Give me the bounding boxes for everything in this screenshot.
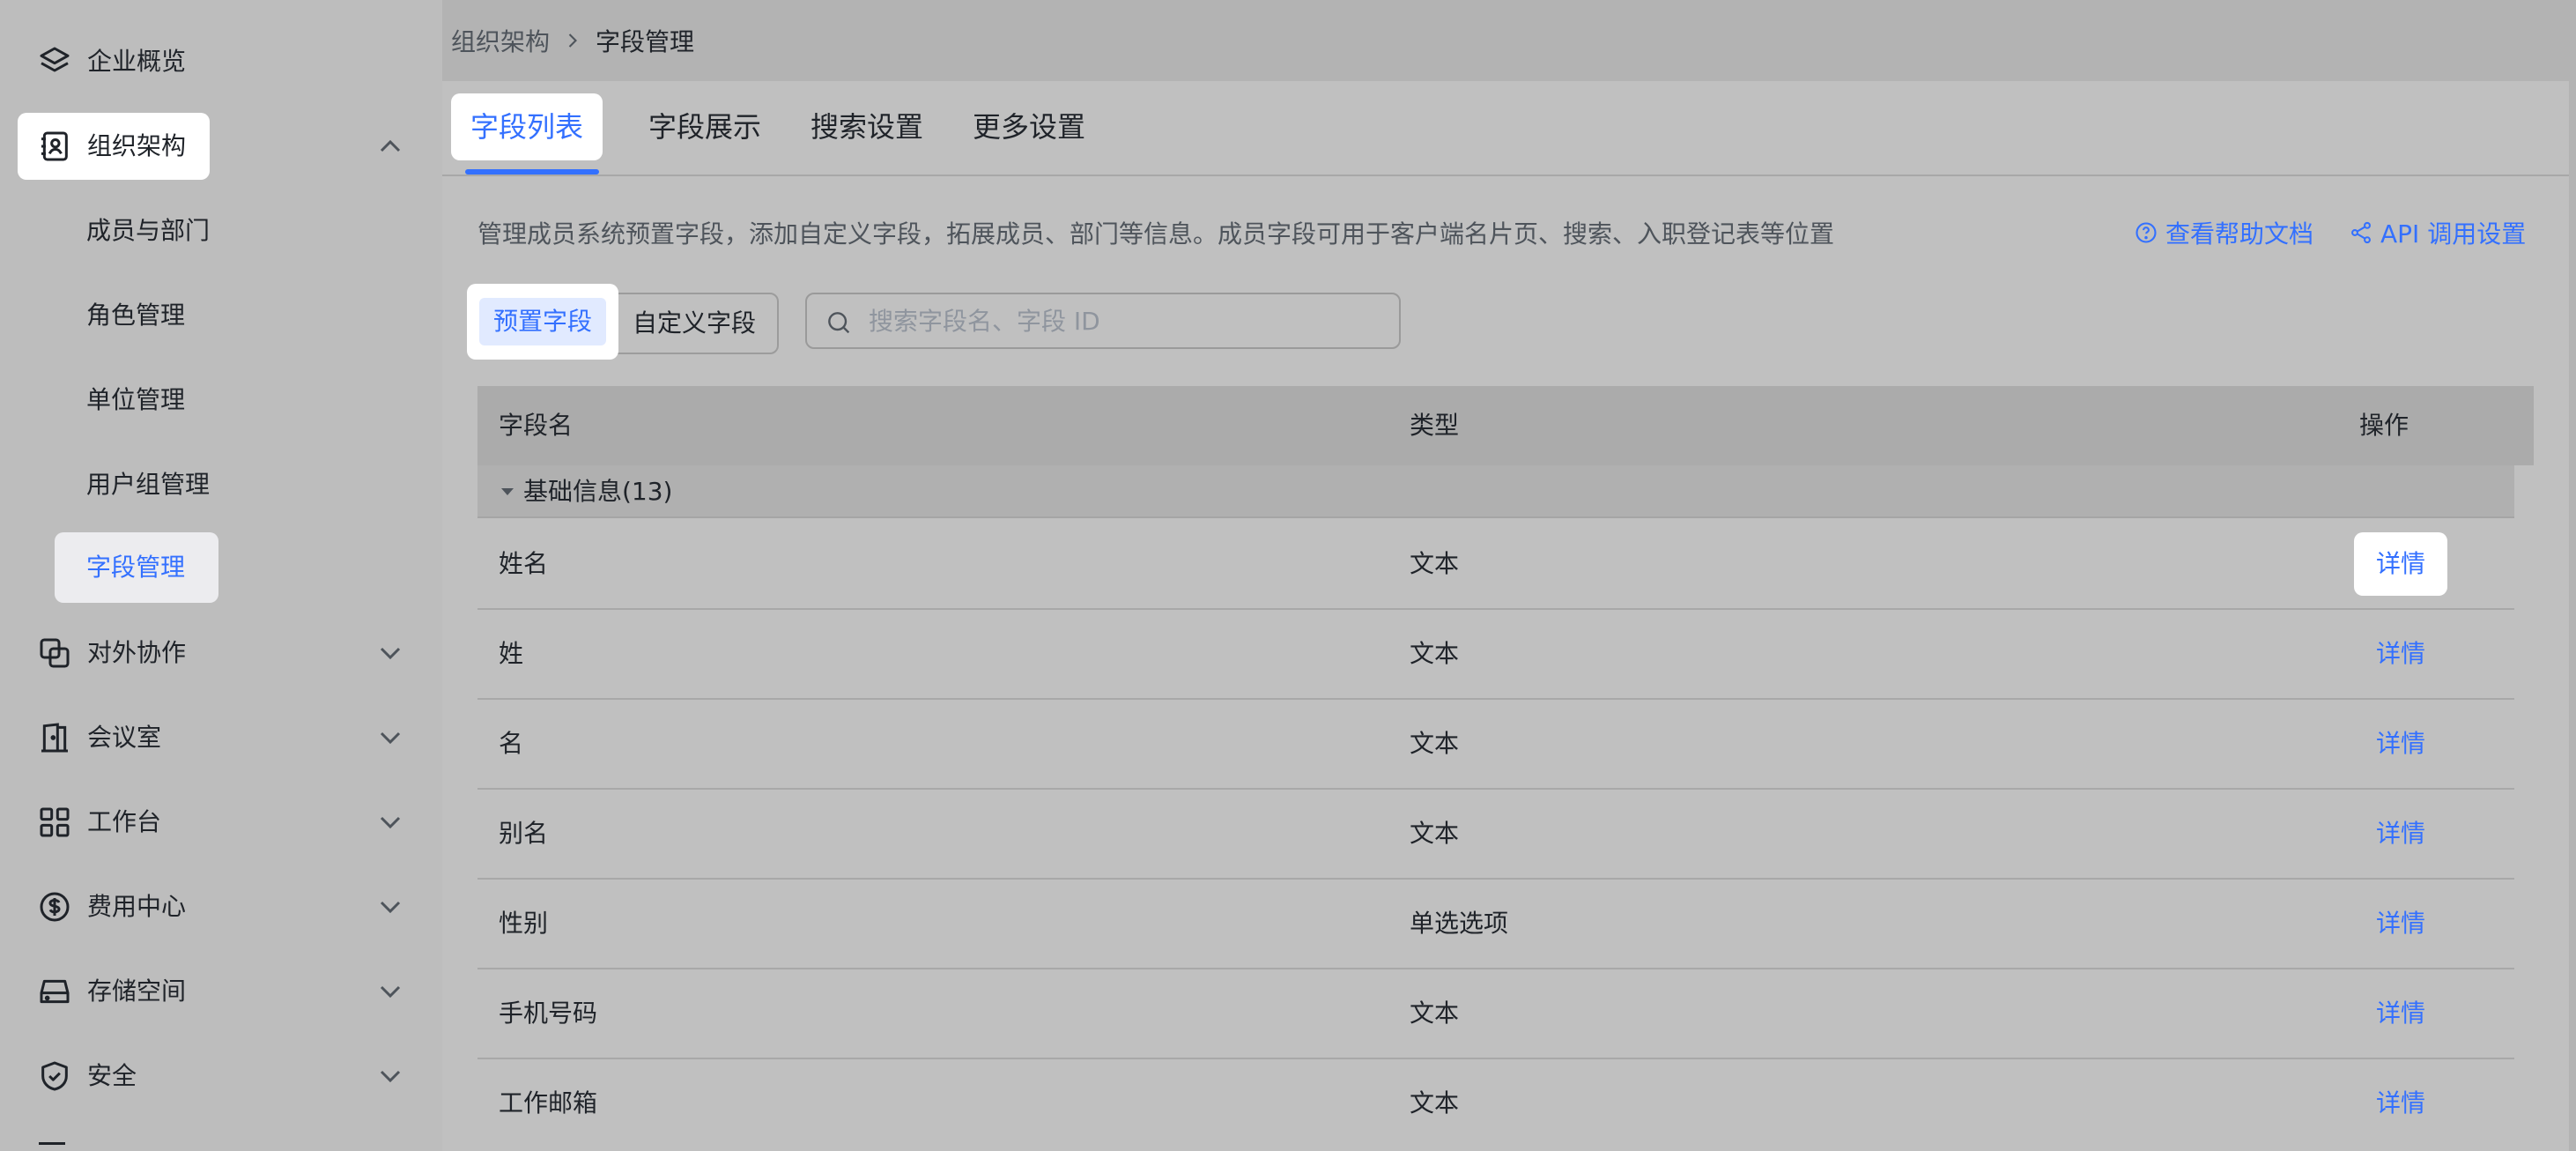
cell-field-name: 性别 — [499, 909, 549, 938]
layers-icon — [40, 47, 70, 72]
breadcrumb: 组织架构 字段管理 — [451, 21, 694, 60]
details-button[interactable]: 详情 — [2354, 802, 2447, 865]
sidebar-item-label: 安全 — [87, 1061, 137, 1090]
chevron-down-icon[interactable] — [373, 720, 408, 755]
tab-active-indicator — [465, 169, 599, 175]
shield-check-icon — [41, 1061, 68, 1091]
sidebar-item-label: 会议室 — [87, 723, 162, 752]
group-label: 基础信息(13) — [523, 477, 673, 506]
sidebar-item-label: 费用中心 — [87, 892, 187, 921]
search-icon — [828, 312, 850, 334]
search-input[interactable] — [869, 294, 1388, 347]
chevron-down-icon[interactable] — [373, 889, 408, 925]
cell-field-name: 手机号码 — [499, 999, 598, 1028]
details-button[interactable]: 详情 — [2354, 712, 2447, 776]
content-panel: 字段列表 字段展示 搜索设置 更多设置 管理成员系统预置字段，添加自定义字段，拓… — [442, 81, 2569, 1151]
cell-field-type: 文本 — [1410, 999, 1460, 1028]
header-operation: 操作 — [2359, 411, 2409, 440]
contacts-book-icon — [41, 131, 68, 161]
cell-field-name: 姓 — [499, 639, 524, 668]
sidebar-item-meeting[interactable]: 会议室 — [18, 704, 210, 771]
sidebar-item-billing[interactable]: 费用中心 — [18, 873, 210, 940]
chevron-down-icon[interactable] — [373, 1058, 408, 1094]
table-row: 手机号码 文本 详情 — [477, 969, 2514, 1059]
main-content: 组织架构 字段管理 字段列表 字段展示 搜索设置 更多设置 管理成员系统预置字段… — [442, 0, 2576, 1151]
table-row: 名 文本 详情 — [477, 700, 2514, 790]
cell-field-type: 文本 — [1410, 549, 1460, 578]
api-settings-link-label: API 调用设置 — [2380, 219, 2527, 249]
tab-field-list[interactable]: 字段列表 — [451, 93, 603, 160]
table-row: 别名 文本 详情 — [477, 790, 2514, 880]
segment-preset-label: 预置字段 — [479, 298, 606, 345]
cell-field-type: 文本 — [1410, 729, 1460, 758]
table-row: 工作邮箱 文本 详情 — [477, 1059, 2514, 1149]
cell-field-type: 文本 — [1410, 819, 1460, 848]
sidebar-item-label: 组织架构 — [87, 131, 187, 160]
cell-field-name: 名 — [499, 729, 524, 758]
sidebar: 企业概览 组织架构 成员与部门 角色管理 单位管理 用户组管理 字段管理 对外协… — [0, 0, 442, 1151]
sidebar-item-storage[interactable]: 存储空间 — [18, 958, 210, 1025]
caret-down-icon[interactable] — [499, 483, 516, 501]
api-settings-link[interactable]: API 调用设置 — [2349, 215, 2526, 250]
help-doc-link[interactable]: 查看帮助文档 — [2134, 215, 2313, 250]
tab-bar: 字段列表 字段展示 搜索设置 更多设置 — [442, 81, 2569, 176]
sidebar-item-label: 对外协作 — [87, 638, 187, 667]
link-squares-icon — [40, 638, 70, 668]
sidebar-item-partial — [39, 1142, 65, 1151]
sidebar-item-workplace[interactable]: 工作台 — [18, 789, 210, 856]
tab-field-display[interactable]: 字段展示 — [648, 93, 761, 160]
sidebar-item-overview[interactable]: 企业概览 — [18, 28, 210, 95]
sidebar-item-label: 工作台 — [87, 807, 162, 836]
door-icon — [41, 723, 68, 753]
help-circle-icon — [2136, 222, 2157, 243]
cell-field-name: 工作邮箱 — [499, 1088, 598, 1118]
chevron-down-icon[interactable] — [373, 805, 408, 840]
details-button[interactable]: 详情 — [2354, 1072, 2447, 1135]
breadcrumb-current: 字段管理 — [596, 27, 695, 56]
segment-preset-fields[interactable]: 预置字段 — [467, 284, 618, 360]
sidebar-item-label: 存储空间 — [87, 976, 187, 1006]
sidebar-sub-usergroups[interactable]: 用户组管理 — [55, 449, 218, 520]
segment-custom-fields[interactable]: 自定义字段 — [633, 293, 756, 354]
dollar-circle-icon — [40, 892, 70, 922]
chevron-right-icon — [568, 33, 578, 48]
tab-more-settings[interactable]: 更多设置 — [973, 93, 1085, 160]
cell-field-name: 姓名 — [499, 549, 549, 578]
table-header: 字段名 类型 操作 — [477, 386, 2534, 465]
grid-icon — [40, 807, 70, 837]
sidebar-item-org[interactable]: 组织架构 — [18, 113, 210, 180]
header-field-name: 字段名 — [499, 411, 574, 440]
group-basic-info[interactable]: 基础信息(13) — [477, 465, 2514, 518]
help-doc-link-label: 查看帮助文档 — [2165, 219, 2314, 249]
sidebar-sub-roles[interactable]: 角色管理 — [55, 280, 218, 351]
sidebar-sub-units[interactable]: 单位管理 — [55, 365, 218, 435]
details-button[interactable]: 详情 — [2354, 532, 2447, 596]
table-row: 姓名 文本 详情 — [477, 520, 2514, 610]
chevron-down-icon[interactable] — [373, 974, 408, 1009]
cell-field-name: 别名 — [499, 819, 549, 848]
sidebar-sub-members[interactable]: 成员与部门 — [55, 196, 218, 266]
sidebar-item-external[interactable]: 对外协作 — [18, 620, 210, 687]
chevron-up-icon[interactable] — [373, 129, 408, 164]
sidebar-sub-fields[interactable]: 字段管理 — [55, 532, 218, 603]
cell-field-type: 文本 — [1410, 1088, 1460, 1118]
chevron-down-icon[interactable] — [373, 635, 408, 671]
details-button[interactable]: 详情 — [2354, 892, 2447, 955]
hard-drive-icon — [40, 979, 70, 1004]
details-button[interactable]: 详情 — [2354, 982, 2447, 1045]
cell-field-type: 文本 — [1410, 639, 1460, 668]
header-type: 类型 — [1410, 411, 1460, 440]
table-row: 性别 单选选项 详情 — [477, 880, 2514, 969]
table-row: 姓 文本 详情 — [477, 610, 2514, 700]
page-description: 管理成员系统预置字段，添加自定义字段，拓展成员、部门等信息。成员字段可用于客户端… — [477, 219, 1835, 249]
sidebar-item-label: 企业概览 — [87, 47, 187, 76]
breadcrumb-parent[interactable]: 组织架构 — [451, 23, 550, 58]
details-button[interactable]: 详情 — [2354, 622, 2447, 686]
search-box — [805, 293, 1401, 349]
tab-search-settings[interactable]: 搜索设置 — [811, 93, 923, 160]
share-nodes-icon — [2351, 221, 2371, 244]
cell-field-type: 单选选项 — [1410, 909, 1509, 938]
sidebar-item-security[interactable]: 安全 — [18, 1043, 210, 1110]
